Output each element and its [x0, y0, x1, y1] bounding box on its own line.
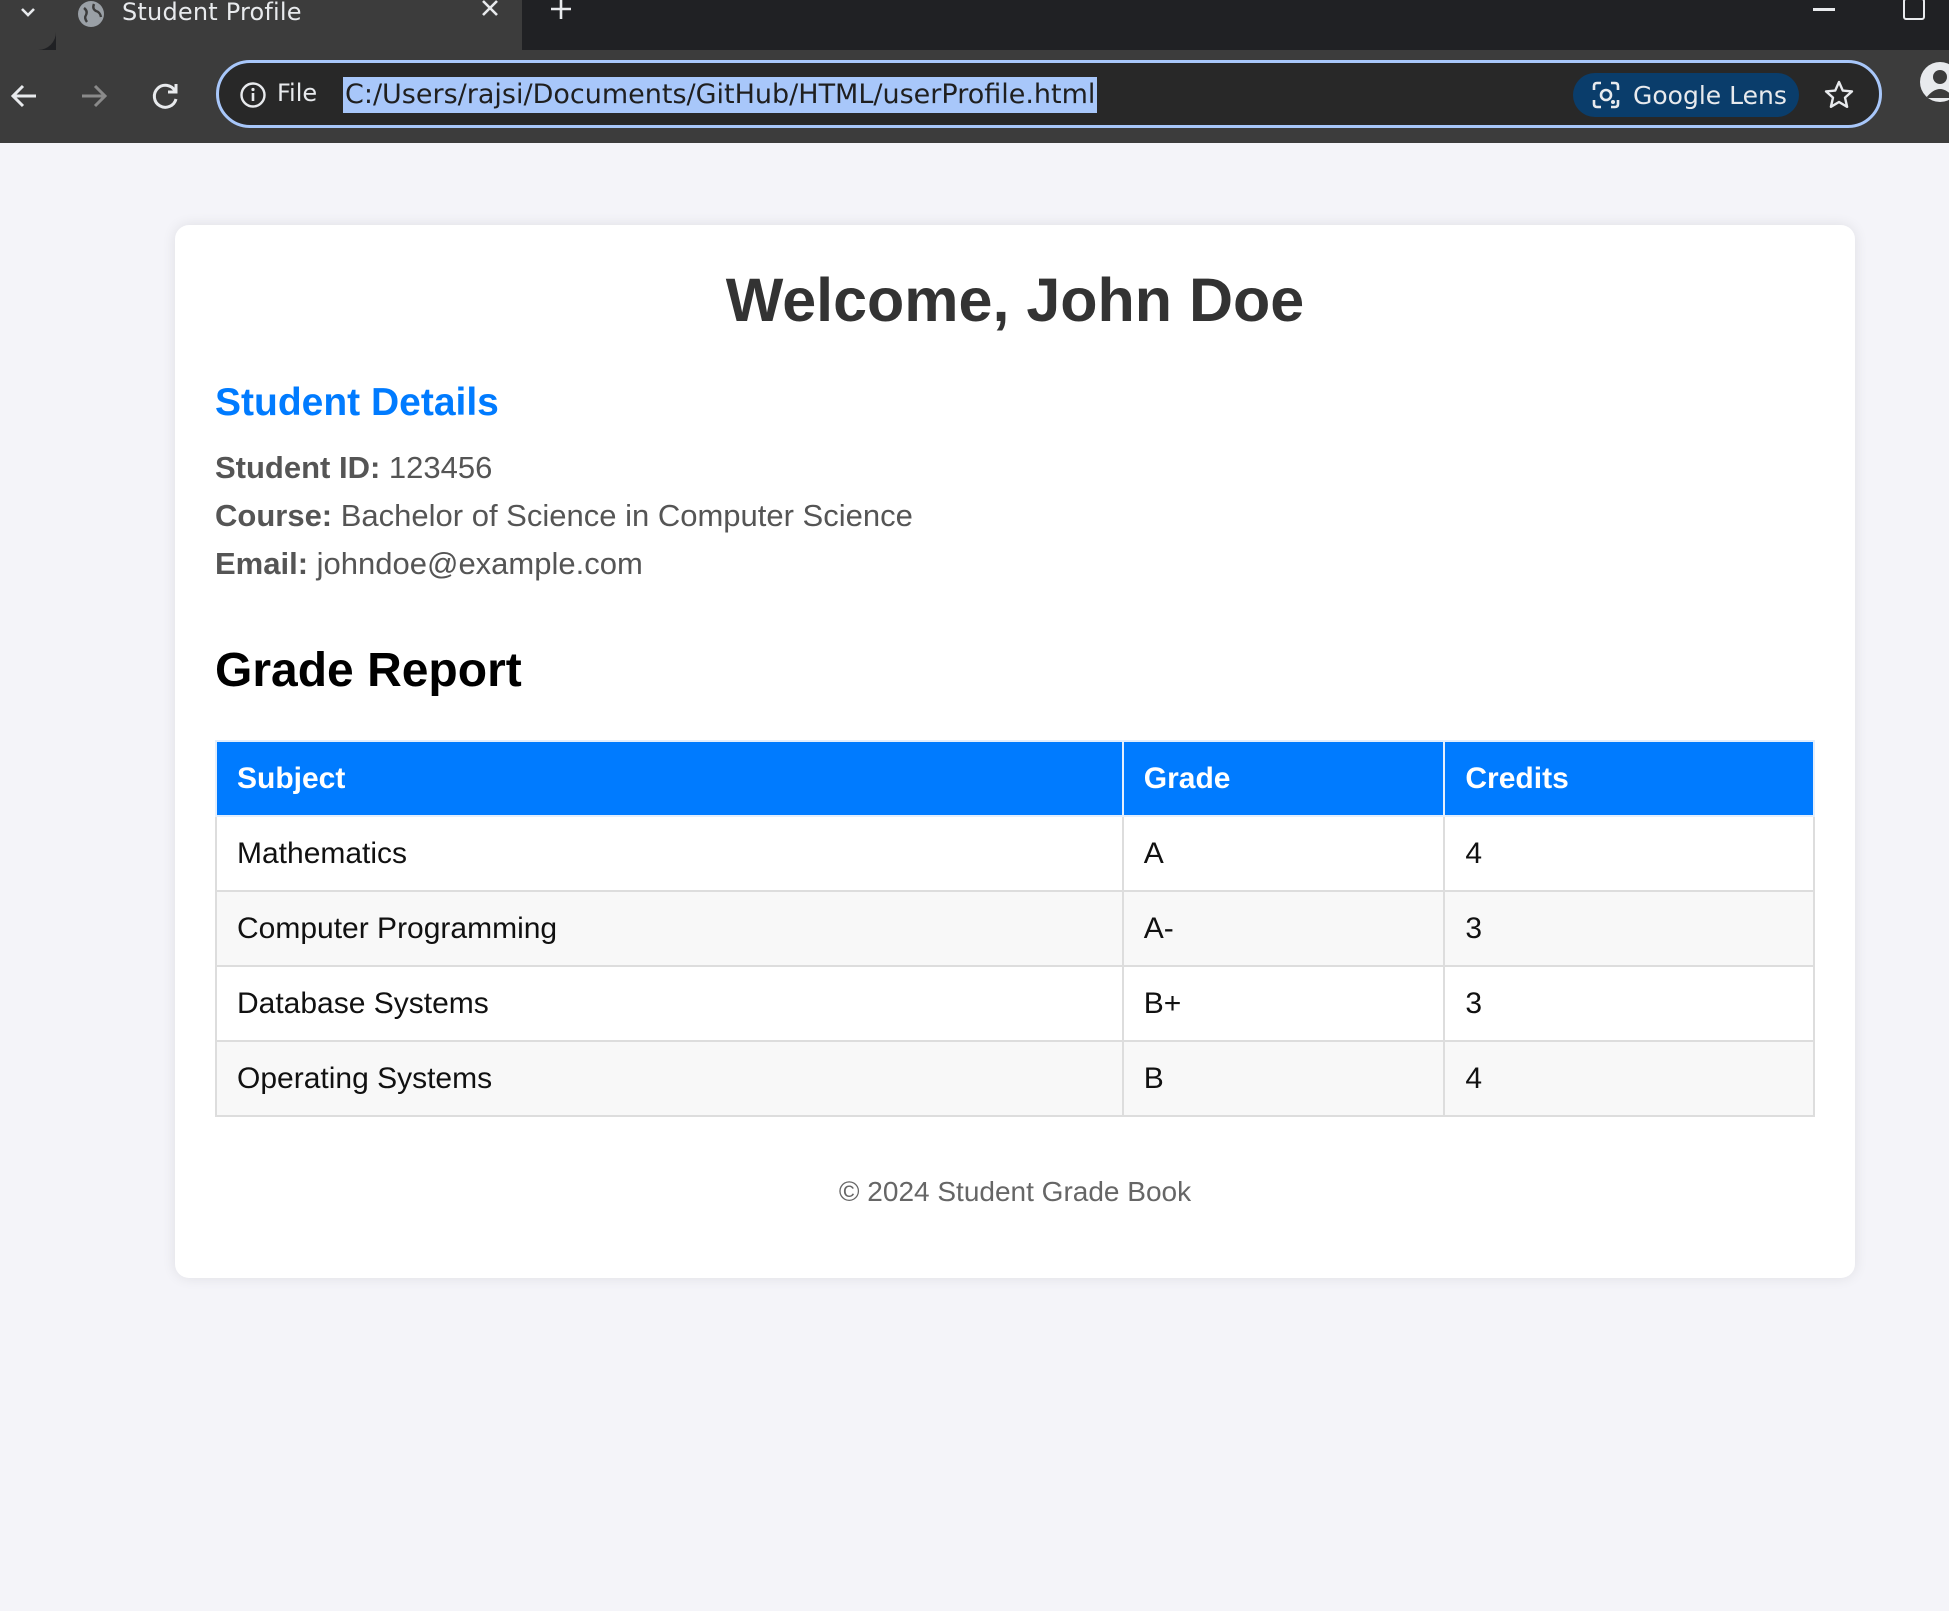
person-icon: [1926, 70, 1949, 98]
close-tab-icon[interactable]: [478, 0, 502, 20]
address-bar[interactable]: File C:/Users/rajsi/Documents/GitHub/HTM…: [216, 60, 1882, 128]
column-header-credits: Credits: [1443, 740, 1815, 817]
back-arrow-icon[interactable]: [6, 78, 42, 114]
subject-cell: Operating Systems: [215, 1040, 1124, 1117]
tab-search-button[interactable]: [0, 0, 56, 50]
chevron-down-icon: [21, 8, 35, 17]
course-value: Bachelor of Science in Computer Science: [332, 498, 913, 533]
email-label: Email:: [215, 546, 309, 581]
footer-text: © 2024 Student Grade Book: [838, 1176, 1192, 1207]
forward-arrow-icon[interactable]: [76, 78, 112, 114]
column-header-grade: Grade: [1121, 740, 1446, 817]
info-icon[interactable]: [239, 81, 267, 109]
email-row: Email: johndoe@example.com: [215, 546, 643, 582]
browser-toolbar: File C:/Users/rajsi/Documents/GitHub/HTM…: [0, 50, 1949, 143]
grade-cell: A: [1121, 815, 1446, 892]
tab-student-profile[interactable]: Student Profile: [56, 0, 522, 50]
tab-title: Student Profile: [122, 0, 302, 26]
profile-card: Welcome, John Doe Student Details Studen…: [175, 225, 1855, 1278]
subject-cell: Database Systems: [215, 965, 1124, 1042]
subject-cell: Computer Programming: [215, 890, 1124, 967]
grade-table: Subject Grade Credits Mathematics A 4 Co…: [215, 740, 1815, 1117]
new-tab-icon[interactable]: [548, 0, 574, 22]
credits-cell: 4: [1443, 1040, 1815, 1117]
page-title: Welcome, John Doe: [725, 266, 1305, 334]
student-id-label: Student ID:: [215, 450, 381, 485]
grade-cell: B: [1121, 1040, 1446, 1117]
google-lens-label: Google Lens: [1633, 80, 1787, 110]
credits-cell: 4: [1443, 815, 1815, 892]
minimize-icon[interactable]: [1813, 8, 1835, 11]
grade-cell: A-: [1121, 890, 1446, 967]
google-lens-button[interactable]: Google Lens: [1573, 73, 1799, 117]
subject-cell: Mathematics: [215, 815, 1124, 892]
table-row: Mathematics A 4: [215, 815, 1815, 892]
table-row: Computer Programming A- 3: [215, 890, 1815, 967]
grade-table-header: Subject Grade Credits: [215, 740, 1815, 817]
bookmark-star-icon[interactable]: [1823, 79, 1855, 111]
credits-cell: 3: [1443, 890, 1815, 967]
course-label: Course:: [215, 498, 333, 533]
student-id-value: 123456: [380, 450, 493, 485]
file-scheme-label: File: [277, 79, 318, 107]
maximize-icon[interactable]: [1903, 0, 1925, 20]
url-text[interactable]: C:/Users/rajsi/Documents/GitHub/HTML/use…: [343, 77, 1098, 113]
reload-icon[interactable]: [148, 78, 184, 114]
camera-lens-icon: [1592, 81, 1620, 109]
course-row: Course: Bachelor of Science in Computer …: [215, 498, 913, 534]
grade-cell: B+: [1121, 965, 1446, 1042]
student-id-row: Student ID: 123456: [215, 450, 492, 486]
globe-icon: [78, 1, 104, 27]
table-row: Operating Systems B 4: [215, 1040, 1815, 1117]
student-details-heading: Student Details: [215, 381, 499, 424]
grade-report-heading: Grade Report: [215, 644, 522, 697]
profile-avatar-icon[interactable]: [1920, 62, 1949, 102]
column-header-subject: Subject: [215, 740, 1124, 817]
browser-tab-bar: Student Profile: [0, 0, 1949, 50]
credits-cell: 3: [1443, 965, 1815, 1042]
email-value: johndoe@example.com: [308, 546, 643, 581]
table-row: Database Systems B+ 3: [215, 965, 1815, 1042]
